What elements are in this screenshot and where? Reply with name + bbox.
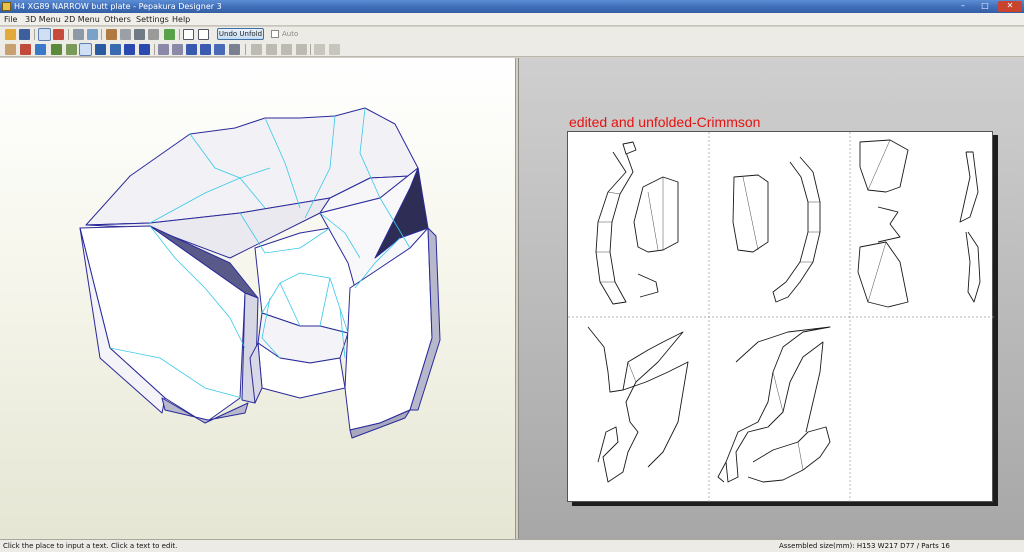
rotate-view-icon[interactable] xyxy=(214,44,225,55)
2d-viewport[interactable]: edited and unfolded-Crimmson xyxy=(519,58,1024,539)
double-page-icon[interactable] xyxy=(198,29,209,40)
status-bar: Click the place to input a text. Click a… xyxy=(0,539,1024,552)
menu-3d[interactable]: 3D Menu xyxy=(25,14,61,25)
3d-model xyxy=(79,107,441,439)
toolbar-separator xyxy=(101,29,102,40)
move-icon[interactable] xyxy=(229,44,240,55)
mirror-icon[interactable] xyxy=(87,29,98,40)
window-title: H4 XG89 NARROW butt plate - Pepakura Des… xyxy=(14,2,222,11)
grid-icon[interactable] xyxy=(158,44,169,55)
select-icon[interactable] xyxy=(5,44,16,55)
tab-icon[interactable] xyxy=(95,44,106,55)
flap-icon[interactable] xyxy=(186,44,197,55)
grid2-icon[interactable] xyxy=(172,44,183,55)
anchor-icon[interactable] xyxy=(134,29,145,40)
flag-icon[interactable] xyxy=(164,29,175,40)
node-icon[interactable] xyxy=(20,44,31,55)
title-bar: H4 XG89 NARROW butt plate - Pepakura Des… xyxy=(0,0,1024,13)
lightbulb-icon[interactable] xyxy=(38,28,51,41)
menu-bar: File 3D Menu 2D Menu Others Settings Hel… xyxy=(0,13,1024,26)
align-left-icon[interactable] xyxy=(251,44,262,55)
maximize-button[interactable]: □ xyxy=(976,1,994,12)
rect-icon[interactable] xyxy=(79,43,92,56)
pencil-icon[interactable] xyxy=(106,29,117,40)
save-icon[interactable] xyxy=(19,29,30,40)
3d-viewport[interactable] xyxy=(0,58,516,539)
color-cube-icon[interactable] xyxy=(53,29,64,40)
menu-file[interactable]: File xyxy=(4,14,17,25)
toolbar-separator xyxy=(245,44,246,55)
rotate-part-icon[interactable] xyxy=(110,44,121,55)
unfolded-parts xyxy=(568,132,994,503)
join-icon[interactable] xyxy=(66,44,77,55)
split-icon[interactable] xyxy=(51,44,62,55)
menu-2d[interactable]: 2D Menu xyxy=(64,14,100,25)
edit-toolbar xyxy=(0,42,1024,57)
main-toolbar: Undo Unfold Auto xyxy=(0,27,1024,42)
app-icon xyxy=(2,2,11,11)
texture-icon[interactable] xyxy=(35,44,46,55)
menu-settings[interactable]: Settings xyxy=(136,14,169,25)
single-page-icon[interactable] xyxy=(183,29,194,40)
align-right-icon[interactable] xyxy=(281,44,292,55)
redo-arrow-icon[interactable] xyxy=(139,44,150,55)
undo-unfold-button[interactable]: Undo Unfold xyxy=(217,28,264,40)
toolbar-separator xyxy=(68,29,69,40)
sheet-annotation-text[interactable]: edited and unfolded-Crimmson xyxy=(569,114,760,130)
rotate-icon[interactable] xyxy=(73,29,84,40)
zoom-out-icon[interactable] xyxy=(329,44,340,55)
paper-sheet xyxy=(567,131,994,503)
close-button[interactable]: ✕ xyxy=(998,1,1022,12)
toolbar-separator xyxy=(179,29,180,40)
assembled-size: Assembled size(mm): H153 W217 D77 / Part… xyxy=(779,542,950,550)
box-icon[interactable] xyxy=(120,29,131,40)
zoom-in-icon[interactable] xyxy=(314,44,325,55)
menu-help[interactable]: Help xyxy=(172,14,190,25)
toolbar-separator xyxy=(310,44,311,55)
distribute-icon[interactable] xyxy=(296,44,307,55)
auto-checkbox[interactable] xyxy=(271,30,279,38)
auto-label: Auto xyxy=(282,30,299,38)
minimize-button[interactable]: – xyxy=(954,1,972,12)
status-hint: Click the place to input a text. Click a… xyxy=(3,542,178,550)
align-center-icon[interactable] xyxy=(266,44,277,55)
menu-others[interactable]: Others xyxy=(104,14,131,25)
toolbar-separator xyxy=(34,29,35,40)
toolbar-separator xyxy=(154,44,155,55)
edge-icon[interactable] xyxy=(148,29,159,40)
undo-arrow-icon[interactable] xyxy=(124,44,135,55)
open-folder-icon[interactable] xyxy=(5,29,16,40)
flap2-icon[interactable] xyxy=(200,44,211,55)
